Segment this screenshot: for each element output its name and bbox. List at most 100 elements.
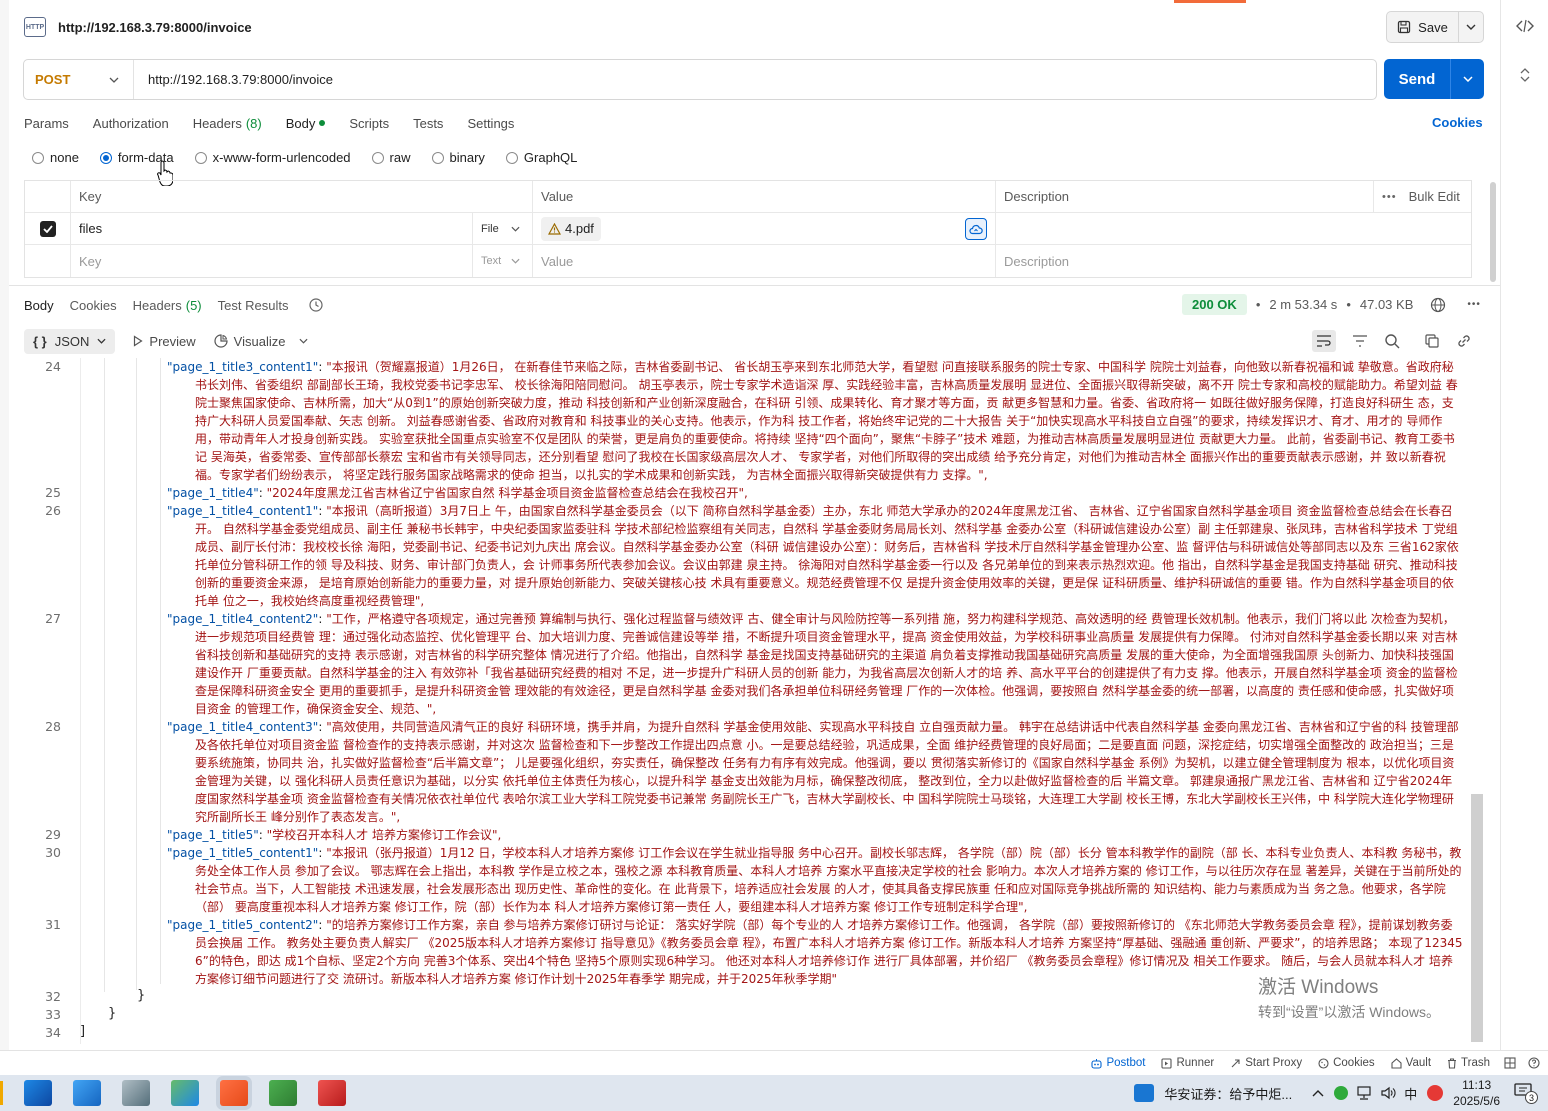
preview-button[interactable]: Preview [133, 334, 196, 349]
method-select[interactable]: POST [24, 60, 134, 99]
volume-icon[interactable] [1380, 1086, 1396, 1100]
tab-settings[interactable]: Settings [467, 114, 514, 132]
network-icon[interactable] [1356, 1086, 1372, 1100]
bulk-edit-button[interactable]: Bulk Edit [1409, 189, 1460, 204]
upload-cloud-button[interactable] [965, 218, 987, 240]
tab-tests[interactable]: Tests [413, 114, 443, 132]
empty-check-cell [25, 245, 70, 277]
response-status: 200 OK • 2 m 53.34 s • 47.03 KB ••• [1182, 294, 1481, 315]
description-input[interactable]: Description [995, 245, 1471, 277]
save-button[interactable]: Save [1387, 12, 1459, 42]
right-sidebar [1500, 0, 1548, 1050]
news-widget[interactable]: 华安证券：给予中炬... [1134, 1084, 1292, 1103]
save-button-group: Save [1386, 11, 1484, 43]
taskbar-app-icon[interactable] [318, 1080, 346, 1106]
pane-divider[interactable] [9, 285, 1500, 286]
save-options-button[interactable] [1459, 24, 1483, 30]
send-options-button[interactable] [1451, 59, 1484, 99]
more-options-icon[interactable]: ••• [1382, 191, 1397, 203]
taskbar-app-postman-icon[interactable] [220, 1080, 248, 1106]
file-chip[interactable]: 4.pdf [541, 216, 601, 241]
visualize-button[interactable]: Visualize [214, 334, 309, 349]
tab-scripts[interactable]: Scripts [349, 114, 389, 132]
radio-raw[interactable]: raw [371, 150, 411, 165]
footer-postbot[interactable]: Postbot [1091, 1057, 1145, 1069]
footer-vault[interactable]: Vault [1391, 1057, 1431, 1069]
chevron-down-icon[interactable] [299, 338, 308, 344]
empty-type-select[interactable]: Text [472, 245, 532, 277]
line-number-gutter [9, 358, 81, 1044]
taskbar-app-icon[interactable] [122, 1080, 150, 1106]
row-checkbox[interactable] [39, 220, 56, 237]
json-response-body[interactable]: 24 "page_1_title3_content1": "本报讯（贺耀嘉报道）1… [9, 358, 1471, 1044]
request-title[interactable]: http://192.168.3.79:8000/invoice [58, 20, 252, 35]
notifications-button[interactable]: 3 [1514, 1083, 1538, 1104]
clock[interactable]: 11:13 2025/5/6 [1453, 1077, 1500, 1109]
row-value-cell: 4.pdf [532, 213, 995, 244]
taskbar-app-icon[interactable] [171, 1080, 199, 1106]
tab-params[interactable]: Params [24, 114, 69, 132]
windows-activation-watermark: 激活 Windows 转到“设置”以激活 Windows。 [1258, 977, 1441, 1020]
active-tab-indicator [1174, 0, 1246, 3]
form-data-table: Key Value Description ••• Bulk Edit file… [24, 180, 1472, 278]
tab-authorization[interactable]: Authorization [93, 114, 169, 132]
footer-runner[interactable]: Runner [1161, 1057, 1214, 1069]
collapse-icon[interactable] [1518, 68, 1532, 82]
wrap-lines-button[interactable] [1312, 330, 1336, 352]
play-icon [134, 335, 144, 347]
radio-none[interactable]: none [32, 150, 79, 165]
response-size[interactable]: 47.03 KB [1360, 297, 1414, 312]
resp-tab-test-results[interactable]: Test Results [218, 296, 289, 314]
send-button[interactable]: Send [1384, 59, 1451, 99]
radio-binary[interactable]: binary [431, 150, 485, 165]
row-type-select[interactable]: File [472, 213, 532, 244]
taskbar-app-icon[interactable] [73, 1080, 101, 1106]
search-icon[interactable] [1384, 333, 1400, 349]
link-icon[interactable] [1456, 333, 1472, 349]
cookies-link[interactable]: Cookies [1432, 115, 1483, 130]
help-icon[interactable] [1528, 1057, 1540, 1069]
row-description[interactable] [995, 213, 1471, 244]
filter-icon[interactable] [1352, 335, 1368, 347]
request-pane-scrollbar[interactable] [1490, 182, 1496, 282]
response-time[interactable]: 2 m 53.34 s [1269, 297, 1337, 312]
tab-headers[interactable]: Headers (8) [193, 114, 262, 132]
radio-graphql[interactable]: GraphQL [505, 150, 577, 165]
check-icon [42, 224, 53, 233]
format-select[interactable]: { } JSON [24, 328, 116, 354]
postman-window: HTTP http://192.168.3.79:8000/invoice Sa… [0, 0, 1548, 1075]
ime-indicator[interactable]: 中 [1404, 1084, 1417, 1103]
value-input[interactable]: Value [532, 245, 995, 277]
footer-trash[interactable]: Trash [1447, 1057, 1490, 1069]
more-options-icon[interactable]: ••• [1467, 299, 1481, 310]
radio-x-www-form-urlencoded[interactable]: x-www-form-urlencoded [194, 150, 351, 165]
resp-tab-body[interactable]: Body [24, 296, 54, 314]
json-colon: : [318, 504, 327, 518]
url-input[interactable]: http://192.168.3.79:8000/invoice [134, 72, 333, 87]
response-scrollbar[interactable] [1471, 794, 1483, 1042]
key-input[interactable]: Key [70, 245, 472, 277]
code-snippet-icon[interactable] [1516, 19, 1534, 33]
status-badge[interactable]: 200 OK [1182, 294, 1247, 315]
wechat-tray-icon[interactable] [1334, 1086, 1349, 1100]
row-key[interactable]: files [70, 213, 472, 244]
footer-start-proxy[interactable]: Start Proxy [1230, 1057, 1302, 1069]
resp-tab-cookies[interactable]: Cookies [70, 296, 117, 314]
resp-tab-headers[interactable]: Headers (5) [133, 296, 202, 314]
json-key: "page_1_title4_content2" [167, 612, 319, 626]
taskbar-app-wechat-icon[interactable] [269, 1080, 297, 1106]
cookie-icon [1318, 1057, 1329, 1069]
header-value: Value [532, 181, 994, 212]
antivirus-tray-icon[interactable] [1427, 1085, 1444, 1101]
chevron-up-icon[interactable] [1312, 1089, 1324, 1097]
globe-icon[interactable] [1430, 297, 1446, 313]
chevron-down-icon [97, 338, 106, 344]
tab-body[interactable]: Body [286, 114, 326, 132]
history-icon[interactable] [308, 297, 324, 313]
taskbar-app-vscode-icon[interactable] [24, 1080, 52, 1106]
table-row-empty: Key Text Value Description [25, 245, 1471, 277]
copy-icon[interactable] [1424, 333, 1440, 349]
layout-icon[interactable] [1504, 1057, 1516, 1069]
footer-cookies[interactable]: Cookies [1318, 1057, 1375, 1069]
json-key: "page_1_title3_content1" [167, 360, 319, 374]
